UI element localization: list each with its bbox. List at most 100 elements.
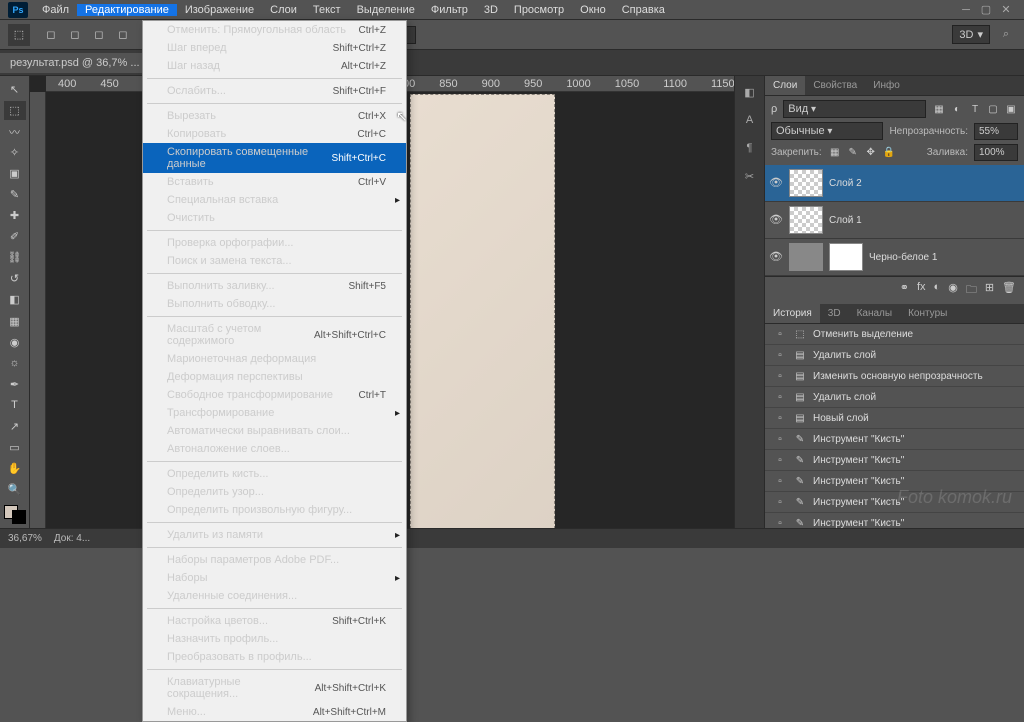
panel-icon-adjust[interactable]: ✂ — [740, 166, 760, 186]
document-tab[interactable]: результат.psd @ 36,7% ... × — [0, 53, 162, 73]
menu-item-9[interactable]: Окно — [572, 4, 614, 16]
history-row[interactable]: ▫✎Инструмент "Кисть" — [765, 492, 1024, 513]
maximize-button[interactable]: ▢ — [976, 2, 996, 18]
menu-entry-6[interactable]: ВырезатьCtrl+X — [143, 107, 406, 125]
history-tab-0[interactable]: История — [765, 304, 820, 323]
layer-thumbnail[interactable] — [789, 169, 823, 197]
history-tab-3[interactable]: Контуры — [900, 304, 955, 323]
new-layer-icon[interactable]: ⊞ — [985, 281, 994, 300]
menu-entry-2[interactable]: Шаг назадAlt+Ctrl+Z — [143, 57, 406, 75]
menu-entry-33[interactable]: Наборы параметров Adobe PDF... — [143, 551, 406, 569]
menu-entry-35[interactable]: Удаленные соединения... — [143, 587, 406, 605]
menu-entry-37[interactable]: Настройка цветов...Shift+Ctrl+K — [143, 612, 406, 630]
filter-icon-type[interactable]: T — [968, 102, 982, 116]
crop-tool-icon[interactable]: ▣ — [4, 164, 26, 183]
blur-tool-icon[interactable]: ◉ — [4, 333, 26, 352]
minimize-button[interactable]: ─ — [956, 2, 976, 18]
history-row[interactable]: ▫▤Новый слой — [765, 408, 1024, 429]
path-tool-icon[interactable]: ↗ — [4, 417, 26, 436]
menu-entry-20[interactable]: Марионеточная деформация — [143, 350, 406, 368]
active-tool-icon[interactable]: ⬚ — [8, 24, 30, 46]
marquee-sub-icon[interactable]: ◻ — [88, 24, 110, 46]
menu-entry-34[interactable]: Наборы — [143, 569, 406, 587]
menu-entry-7[interactable]: КопироватьCtrl+C — [143, 125, 406, 143]
menu-item-7[interactable]: 3D — [476, 4, 506, 16]
history-row[interactable]: ▫▤Удалить слой — [765, 345, 1024, 366]
filter-icon-image[interactable]: ▦ — [932, 102, 946, 116]
menu-item-4[interactable]: Текст — [305, 4, 349, 16]
menu-entry-1[interactable]: Шаг впередShift+Ctrl+Z — [143, 39, 406, 57]
layer-filter-select[interactable]: Вид ▾ — [783, 100, 926, 118]
menu-item-0[interactable]: Файл — [34, 4, 77, 16]
history-row[interactable]: ▫▤Удалить слой — [765, 387, 1024, 408]
visibility-icon[interactable]: 👁 — [769, 176, 783, 190]
history-row[interactable]: ▫✎Инструмент "Кисть" — [765, 429, 1024, 450]
history-row[interactable]: ▫✎Инструмент "Кисть" — [765, 513, 1024, 528]
menu-entry-17[interactable]: Выполнить обводку... — [143, 295, 406, 313]
history-row[interactable]: ▫▤Изменить основную непрозрачность — [765, 366, 1024, 387]
menu-item-6[interactable]: Фильтр — [423, 4, 476, 16]
menu-entry-27[interactable]: Определить кисть... — [143, 465, 406, 483]
menu-entry-16[interactable]: Выполнить заливку...Shift+F5 — [143, 277, 406, 295]
menu-entry-9[interactable]: ВставитьCtrl+V — [143, 173, 406, 191]
canvas-document[interactable] — [410, 94, 555, 528]
lasso-tool-icon[interactable]: 〰 — [4, 122, 26, 141]
history-row[interactable]: ▫⬚Отменить выделение — [765, 324, 1024, 345]
history-row[interactable]: ▫✎Инструмент "Кисть" — [765, 450, 1024, 471]
menu-entry-31[interactable]: Удалить из памяти — [143, 526, 406, 544]
menu-entry-41[interactable]: Клавиатурные сокращения...Alt+Shift+Ctrl… — [143, 673, 406, 703]
search-icon[interactable]: ⌕ — [996, 27, 1016, 43]
lock-all-icon[interactable]: 🔒 — [882, 146, 896, 160]
mask-icon[interactable]: ◐ — [934, 281, 941, 300]
lock-paint-icon[interactable]: ✎ — [846, 146, 860, 160]
marquee-intersect-icon[interactable]: ◻ — [112, 24, 134, 46]
filter-icon-adjust[interactable]: ◐ — [950, 102, 964, 116]
marquee-icons[interactable]: ◻ ◻ ◻ ◻ — [40, 24, 134, 46]
panel-icon-paragraph[interactable]: ¶ — [740, 138, 760, 158]
menu-item-5[interactable]: Выделение — [349, 4, 423, 16]
move-tool-icon[interactable]: ↖ — [4, 80, 26, 99]
layer-row[interactable]: 👁Черно-белое 1 — [765, 239, 1024, 276]
stamp-tool-icon[interactable]: ⛓ — [4, 248, 26, 267]
layer-row[interactable]: 👁Слой 1 — [765, 202, 1024, 239]
fill-input[interactable]: 100% — [974, 144, 1018, 161]
menu-entry-28[interactable]: Определить узор... — [143, 483, 406, 501]
dodge-tool-icon[interactable]: ☼ — [4, 354, 26, 373]
healing-tool-icon[interactable]: ✚ — [4, 206, 26, 225]
visibility-icon[interactable]: 👁 — [769, 213, 783, 227]
menu-entry-19[interactable]: Масштаб с учетом содержимогоAlt+Shift+Ct… — [143, 320, 406, 350]
layers-tab-0[interactable]: Слои — [765, 76, 805, 95]
workspace-3d-select[interactable]: 3D ▾ — [952, 25, 990, 44]
history-row[interactable]: ▫✎Инструмент "Кисть" — [765, 471, 1024, 492]
menu-entry-11[interactable]: Очистить — [143, 209, 406, 227]
close-button[interactable]: ✕ — [996, 2, 1016, 18]
lock-trans-icon[interactable]: ▦ — [828, 146, 842, 160]
history-brush-tool-icon[interactable]: ↺ — [4, 269, 26, 288]
menu-entry-23[interactable]: Трансформирование — [143, 404, 406, 422]
zoom-level[interactable]: 36,67% — [8, 533, 42, 544]
menu-entry-42[interactable]: Меню...Alt+Shift+Ctrl+M — [143, 703, 406, 721]
blend-mode-select[interactable]: Обычные ▾ — [771, 122, 883, 140]
menu-item-10[interactable]: Справка — [614, 4, 673, 16]
filter-icon-shape[interactable]: ▢ — [986, 102, 1000, 116]
menu-entry-39[interactable]: Преобразовать в профиль... — [143, 648, 406, 666]
eyedropper-tool-icon[interactable]: ✎ — [4, 185, 26, 204]
lock-move-icon[interactable]: ✥ — [864, 146, 878, 160]
menu-entry-22[interactable]: Свободное трансформированиеCtrl+T — [143, 386, 406, 404]
group-icon[interactable]: 🗀 — [966, 281, 977, 300]
menu-item-8[interactable]: Просмотр — [506, 4, 572, 16]
background-swatch[interactable] — [12, 510, 26, 524]
layer-thumbnail[interactable] — [789, 206, 823, 234]
menu-item-2[interactable]: Изображение — [177, 4, 262, 16]
marquee-add-icon[interactable]: ◻ — [64, 24, 86, 46]
fx-icon[interactable]: fx — [917, 281, 926, 300]
visibility-icon[interactable]: 👁 — [769, 250, 783, 264]
hand-tool-icon[interactable]: ✋ — [4, 459, 26, 478]
layer-thumbnail[interactable] — [829, 243, 863, 271]
history-tab-1[interactable]: 3D — [820, 304, 849, 323]
wand-tool-icon[interactable]: ✧ — [4, 143, 26, 162]
doc-info[interactable]: Док: 4... — [54, 533, 90, 544]
menu-entry-8[interactable]: Скопировать совмещенные данныеShift+Ctrl… — [143, 143, 406, 173]
menu-entry-0[interactable]: Отменить: Прямоугольная областьCtrl+Z — [143, 21, 406, 39]
shape-tool-icon[interactable]: ▭ — [4, 438, 26, 457]
